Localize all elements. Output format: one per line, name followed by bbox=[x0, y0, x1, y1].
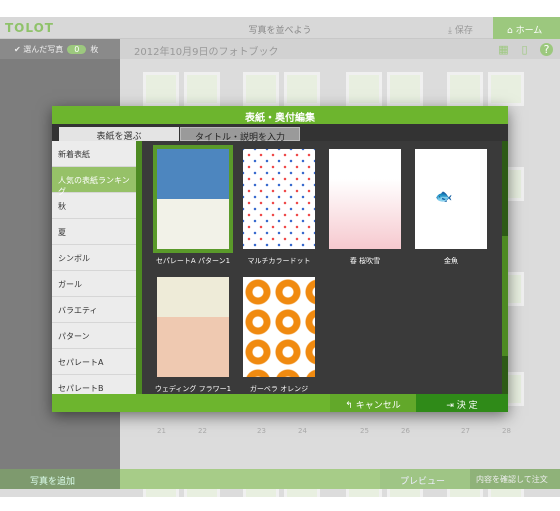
book-page[interactable] bbox=[447, 72, 483, 106]
home-button[interactable]: ⌂ ホーム bbox=[493, 17, 560, 39]
cover-label: ガーベラ オレンジ bbox=[249, 385, 309, 393]
cover-thumbnail[interactable]: 🐟 bbox=[415, 149, 487, 249]
cover-thumbnail[interactable] bbox=[329, 149, 401, 249]
category-item[interactable]: 夏 bbox=[52, 219, 136, 245]
cancel-button[interactable]: ↰ キャンセル bbox=[330, 394, 416, 412]
page-number: 22 bbox=[198, 427, 207, 435]
page-number: 28 bbox=[502, 427, 511, 435]
cover-label: マルチカラードット bbox=[247, 257, 311, 265]
count-badge: 0 bbox=[67, 45, 87, 54]
cover-label: 金魚 bbox=[444, 257, 458, 265]
add-photos-button[interactable]: 写真を追加 bbox=[0, 469, 120, 489]
page-title: 写真を並べよう bbox=[248, 26, 312, 36]
ok-button[interactable]: ⇥ 決 定 bbox=[416, 394, 508, 412]
book-title[interactable]: 2012年10月9日のフォトブック bbox=[134, 43, 279, 58]
save-button[interactable]: ⤓ 保存 bbox=[448, 23, 473, 36]
page-number: 21 bbox=[157, 427, 166, 435]
cover-thumbnail[interactable] bbox=[157, 277, 229, 377]
preview-button[interactable]: プレビュー bbox=[380, 469, 470, 489]
book-view-icon[interactable]: ▯ bbox=[518, 43, 531, 56]
cover-edit-dialog: 表紙・奥付編集 表紙を選ぶ タイトル・説明を入力 新着表紙 人気の表紙ランキング秋… bbox=[52, 106, 508, 412]
page-number: 27 bbox=[461, 427, 470, 435]
page-number: 26 bbox=[401, 427, 410, 435]
book-page[interactable] bbox=[387, 72, 423, 106]
category-item[interactable]: セパレートA bbox=[52, 349, 136, 375]
book-page[interactable] bbox=[346, 72, 382, 106]
cover-label: 春 桜吹雪 bbox=[349, 257, 381, 265]
category-item[interactable]: バラエティ bbox=[52, 297, 136, 323]
category-item[interactable]: パターン bbox=[52, 323, 136, 349]
help-icon[interactable]: ? bbox=[540, 43, 553, 56]
page-number: 25 bbox=[360, 427, 369, 435]
book-page[interactable] bbox=[243, 72, 279, 106]
category-item[interactable]: セパレートB bbox=[52, 375, 136, 394]
cover-thumbnail[interactable] bbox=[153, 145, 233, 253]
book-page[interactable] bbox=[184, 72, 220, 106]
goldfish-icon: 🐟 bbox=[435, 189, 453, 205]
page-number: 24 bbox=[298, 427, 307, 435]
tab-choose-cover[interactable]: 表紙を選ぶ bbox=[59, 127, 179, 142]
category-item[interactable]: 人気の表紙ランキング bbox=[52, 167, 136, 196]
category-item[interactable]: ガール bbox=[52, 271, 136, 297]
check-icon: ✔ bbox=[14, 45, 24, 54]
book-page[interactable] bbox=[488, 72, 524, 106]
category-item[interactable]: 新着表紙 bbox=[52, 141, 136, 167]
cover-label: セパレートA パターン1 bbox=[155, 257, 231, 265]
category-list: 新着表紙 人気の表紙ランキング秋夏シンボル ガール バラエティ パターン セパレートA セパ… bbox=[52, 141, 136, 394]
confirm-order-button[interactable]: 内容を確認して注文 bbox=[470, 469, 560, 489]
tab-title-input[interactable]: タイトル・説明を入力 bbox=[180, 127, 300, 143]
category-item[interactable]: シンボル bbox=[52, 245, 136, 271]
enter-icon: ⇥ bbox=[446, 401, 457, 411]
selected-photos: ✔ 選んだ写真 0 枚 bbox=[0, 39, 120, 59]
page-number: 23 bbox=[257, 427, 266, 435]
grid-view-icon[interactable]: ▦ bbox=[497, 43, 510, 56]
download-icon: ⤓ bbox=[448, 26, 455, 36]
cover-thumbnail[interactable] bbox=[243, 149, 315, 249]
cover-scrollbar[interactable] bbox=[502, 141, 508, 394]
home-icon: ⌂ bbox=[507, 26, 516, 36]
top-bar: TOLOT 写真を並べよう ⤓ 保存 ⌂ ホーム bbox=[0, 17, 560, 39]
tab-bar: 表紙を選ぶ タイトル・説明を入力 bbox=[52, 124, 508, 143]
cover-grid: セパレートA パターン1 マルチカラードット 春 桜吹雪 🐟 金魚ウェディング フラワー… bbox=[142, 141, 496, 394]
dialog-title: 表紙・奥付編集 bbox=[52, 106, 508, 124]
cover-label: ウェディング フラワー1 bbox=[154, 385, 232, 393]
cover-thumbnail[interactable] bbox=[243, 277, 315, 377]
book-page[interactable] bbox=[284, 72, 320, 106]
undo-icon: ↰ bbox=[345, 401, 356, 411]
book-page[interactable] bbox=[143, 72, 179, 106]
